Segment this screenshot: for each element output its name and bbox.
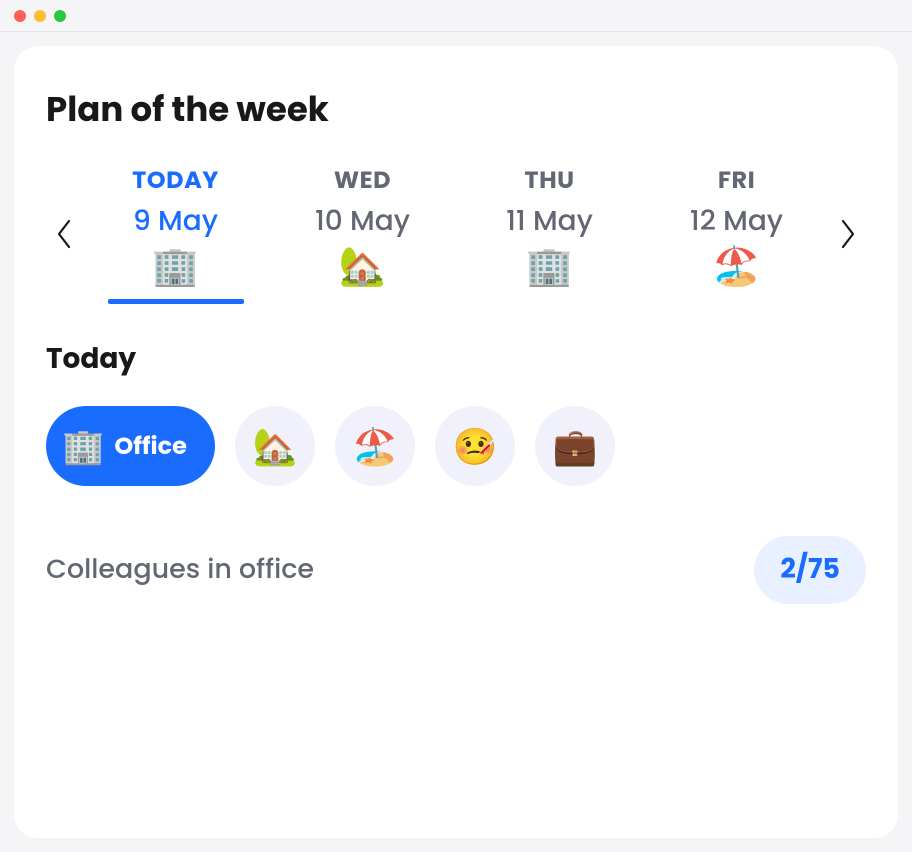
day-label: FRI <box>718 163 755 198</box>
main-card: Plan of the week TODAY 9 May 🏢 WED 10 Ma… <box>14 46 898 838</box>
colleagues-summary: Colleagues in office 2/75 <box>46 536 866 604</box>
app-window: Plan of the week TODAY 9 May 🏢 WED 10 Ma… <box>0 0 912 852</box>
status-option-sick[interactable]: 🤒 <box>435 406 515 486</box>
briefcase-icon: 💼 <box>552 419 597 474</box>
day-label: TODAY <box>132 163 219 198</box>
day-date: 12 May <box>690 200 783 242</box>
week-navigator: TODAY 9 May 🏢 WED 10 May 🏡 THU 11 May 🏢 … <box>46 163 866 304</box>
sick-icon: 🤒 <box>452 419 497 474</box>
status-option-home[interactable]: 🏡 <box>235 406 315 486</box>
day-thu[interactable]: THU 11 May 🏢 <box>465 163 635 304</box>
office-icon: 🏢 <box>526 248 573 286</box>
chevron-left-icon <box>56 219 72 249</box>
prev-week-button[interactable] <box>46 206 82 262</box>
day-label: WED <box>334 163 391 198</box>
day-today[interactable]: TODAY 9 May 🏢 <box>91 163 261 304</box>
home-icon: 🏡 <box>252 419 297 474</box>
colleagues-count-badge[interactable]: 2/75 <box>754 536 866 604</box>
day-fri[interactable]: FRI 12 May 🏖️ <box>652 163 822 304</box>
day-date: 10 May <box>315 200 410 242</box>
day-date: 9 May <box>133 200 218 242</box>
status-label: Office <box>114 429 187 464</box>
chevron-right-icon <box>840 219 856 249</box>
status-option-business-trip[interactable]: 💼 <box>535 406 615 486</box>
week-days: TODAY 9 May 🏢 WED 10 May 🏡 THU 11 May 🏢 … <box>82 163 830 304</box>
day-date: 11 May <box>506 200 593 242</box>
home-icon: 🏡 <box>339 248 386 286</box>
status-options: 🏢 Office 🏡 🏖️ 🤒 💼 <box>46 406 866 486</box>
vacation-icon: 🏖️ <box>713 248 760 286</box>
colleagues-label: Colleagues in office <box>46 550 314 590</box>
day-label: THU <box>524 163 574 198</box>
today-heading: Today <box>46 338 866 380</box>
window-titlebar <box>0 0 912 32</box>
status-option-vacation[interactable]: 🏖️ <box>335 406 415 486</box>
page-title: Plan of the week <box>46 84 866 135</box>
day-wed[interactable]: WED 10 May 🏡 <box>278 163 448 304</box>
window-minimize-button[interactable] <box>34 10 46 22</box>
window-close-button[interactable] <box>14 10 26 22</box>
vacation-icon: 🏖️ <box>352 419 397 474</box>
office-icon: 🏢 <box>152 248 199 286</box>
status-office-selected[interactable]: 🏢 Office <box>46 406 215 486</box>
window-maximize-button[interactable] <box>54 10 66 22</box>
office-icon: 🏢 <box>62 429 104 463</box>
next-week-button[interactable] <box>830 206 866 262</box>
